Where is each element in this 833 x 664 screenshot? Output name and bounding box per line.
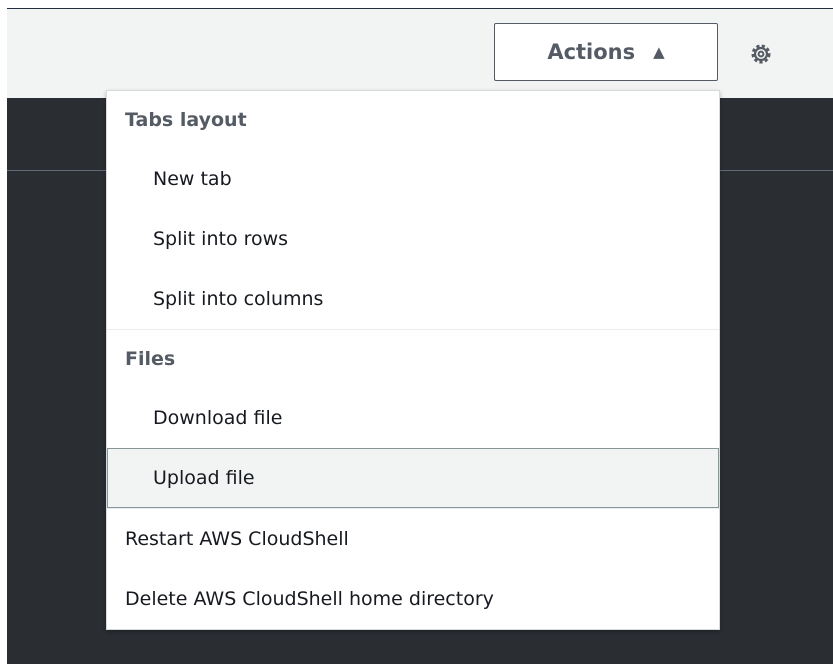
actions-button[interactable]: Actions ▲ — [494, 23, 718, 81]
caret-up-icon: ▲ — [653, 42, 665, 61]
menu-item-delete-home-directory[interactable]: Delete AWS CloudShell home directory — [107, 569, 719, 629]
gear-icon[interactable] — [749, 42, 773, 66]
menu-item-split-columns[interactable]: Split into columns — [107, 269, 719, 329]
cloudshell-toolbar: Actions ▲ — [7, 9, 833, 98]
menu-item-split-rows[interactable]: Split into rows — [107, 209, 719, 269]
menu-group-tabs-layout: Tabs layout New tab Split into rows Spli… — [107, 91, 719, 330]
menu-item-new-tab[interactable]: New tab — [107, 149, 719, 209]
menu-item-download-file[interactable]: Download file — [107, 388, 719, 448]
actions-button-label: Actions — [547, 40, 636, 64]
menu-group-files: Files Download file Upload file — [107, 330, 719, 509]
menu-item-restart-cloudshell[interactable]: Restart AWS CloudShell — [107, 509, 719, 569]
top-partial-text-strip — [7, 0, 833, 9]
menu-group-header: Tabs layout — [125, 109, 247, 131]
actions-dropdown-menu: Tabs layout New tab Split into rows Spli… — [106, 90, 720, 630]
left-edge — [0, 0, 7, 664]
menu-item-upload-file[interactable]: Upload file — [107, 448, 719, 508]
menu-group-header: Files — [125, 348, 176, 370]
